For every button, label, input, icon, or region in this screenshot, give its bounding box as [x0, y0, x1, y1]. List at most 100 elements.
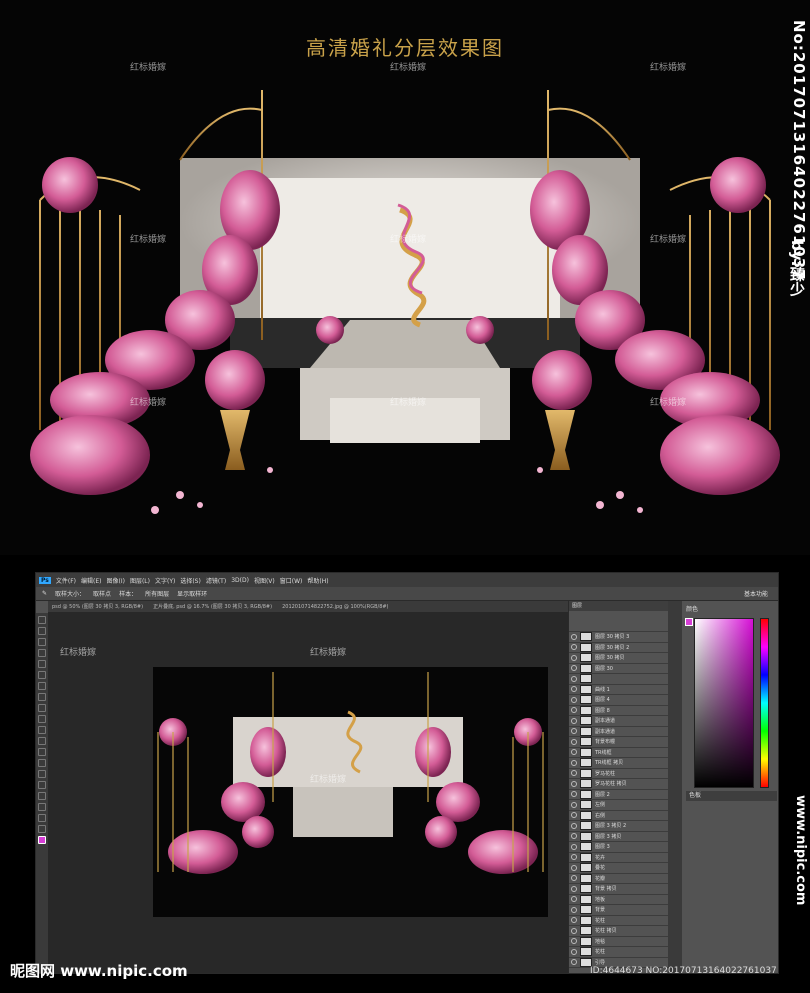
layers-filter-bar[interactable] — [569, 611, 669, 632]
eye-icon[interactable] — [571, 959, 577, 966]
layer-row[interactable]: 背景布幔 — [569, 737, 669, 748]
layer-row[interactable]: 图层 3 — [569, 842, 669, 853]
eye-icon[interactable] — [571, 738, 577, 745]
eye-icon[interactable] — [571, 633, 577, 640]
eraser-tool-icon[interactable] — [38, 726, 46, 734]
layer-row[interactable]: 罗马花柱 拷贝 — [569, 779, 669, 790]
eye-icon[interactable] — [571, 864, 577, 871]
menu-item-help[interactable]: 帮助(H) — [307, 576, 328, 585]
layer-row[interactable]: 叠花 — [569, 863, 669, 874]
layer-row[interactable]: 罗马花柱 — [569, 768, 669, 779]
menu-item-type[interactable]: 文字(Y) — [155, 576, 175, 585]
eye-icon[interactable] — [571, 843, 577, 850]
layer-row[interactable]: 花瓣 — [569, 873, 669, 884]
layer-row[interactable]: 图层 2 — [569, 789, 669, 800]
healing-tool-icon[interactable] — [38, 682, 46, 690]
eye-icon[interactable] — [571, 696, 577, 703]
layer-row[interactable]: 花柱 — [569, 915, 669, 926]
eye-icon[interactable] — [571, 833, 577, 840]
eyedropper-icon[interactable]: ✎ — [42, 590, 47, 597]
eye-icon[interactable] — [571, 770, 577, 777]
layer-row[interactable]: 图层 30 拷贝 — [569, 653, 669, 664]
menu-item-window[interactable]: 窗口(W) — [280, 576, 303, 585]
eye-icon[interactable] — [571, 885, 577, 892]
layer-row[interactable]: 图层 30 拷贝 3 — [569, 632, 669, 643]
eye-icon[interactable] — [571, 780, 577, 787]
layer-row[interactable]: 左侧 — [569, 800, 669, 811]
menu-item-edit[interactable]: 编辑(E) — [81, 576, 101, 585]
eye-icon[interactable] — [571, 822, 577, 829]
tab-document-3[interactable]: 2012010714822752.jpg @ 100%(RGB/8#) — [282, 604, 388, 610]
path-select-tool-icon[interactable] — [38, 792, 46, 800]
brush-tool-icon[interactable] — [38, 693, 46, 701]
eye-icon[interactable] — [571, 791, 577, 798]
hue-slider[interactable] — [760, 618, 769, 788]
eye-icon[interactable] — [571, 854, 577, 861]
layer-row[interactable]: 图层 3 拷贝 — [569, 831, 669, 842]
lasso-tool-icon[interactable] — [38, 638, 46, 646]
menu-item-filter[interactable]: 滤镜(T) — [206, 576, 226, 585]
move-tool-icon[interactable] — [38, 616, 46, 624]
dodge-tool-icon[interactable] — [38, 759, 46, 767]
menu-item-view[interactable]: 视图(V) — [254, 576, 275, 585]
layer-row[interactable]: 右侧 — [569, 810, 669, 821]
eye-icon[interactable] — [571, 759, 577, 766]
eye-icon[interactable] — [571, 728, 577, 735]
canvas-area[interactable]: 红标婚嫁 红标婚嫁 红标婚嫁 — [48, 612, 568, 973]
eye-icon[interactable] — [571, 654, 577, 661]
stamp-tool-icon[interactable] — [38, 704, 46, 712]
menu-item-select[interactable]: 选择(S) — [180, 576, 201, 585]
eye-icon[interactable] — [571, 812, 577, 819]
gradient-tool-icon[interactable] — [38, 737, 46, 745]
layer-row[interactable]: 图层 3 拷贝 2 — [569, 821, 669, 832]
layer-row[interactable]: 副本通道 — [569, 726, 669, 737]
layer-row[interactable]: 地毯 — [569, 936, 669, 947]
eyedropper-tool-icon[interactable] — [38, 671, 46, 679]
layer-row[interactable]: 副本通道 — [569, 716, 669, 727]
pen-tool-icon[interactable] — [38, 770, 46, 778]
quick-select-tool-icon[interactable] — [38, 649, 46, 657]
saturation-value-picker[interactable] — [694, 618, 754, 788]
crop-tool-icon[interactable] — [38, 660, 46, 668]
eye-icon[interactable] — [571, 644, 577, 651]
menu-item-layer[interactable]: 图层(L) — [130, 576, 150, 585]
eye-icon[interactable] — [571, 665, 577, 672]
type-tool-icon[interactable] — [38, 781, 46, 789]
shape-tool-icon[interactable] — [38, 803, 46, 811]
layer-row[interactable]: 图层 8 — [569, 705, 669, 716]
eye-icon[interactable] — [571, 948, 577, 955]
tab-swatches[interactable]: 色板 — [686, 791, 777, 801]
foreground-color-swatch[interactable] — [685, 618, 693, 626]
layer-row[interactable]: 图层 30 — [569, 663, 669, 674]
sample-size-select[interactable]: 取样点 — [93, 589, 111, 598]
layer-row[interactable]: 背景 — [569, 905, 669, 916]
menu-item-file[interactable]: 文件(F) — [56, 576, 76, 585]
layer-row[interactable]: 图层 30 拷贝 2 — [569, 642, 669, 653]
blur-tool-icon[interactable] — [38, 748, 46, 756]
tab-color[interactable]: 颜色 — [686, 604, 698, 613]
foreground-color-swatch[interactable] — [38, 836, 46, 844]
layer-row[interactable] — [569, 674, 669, 685]
layer-row[interactable]: 花柱 拷贝 — [569, 926, 669, 937]
layer-row[interactable]: 图层 4 — [569, 695, 669, 706]
layer-row[interactable]: 背景 拷贝 — [569, 884, 669, 895]
layer-row[interactable]: 地板 — [569, 894, 669, 905]
tab-document-1[interactable]: psd @ 50% (图层 30 拷贝 3, RGB/8#) — [52, 603, 143, 610]
menu-item-image[interactable]: 图像(I) — [107, 576, 125, 585]
layer-row[interactable]: TR线框 拷贝 — [569, 758, 669, 769]
eye-icon[interactable] — [571, 938, 577, 945]
eye-icon[interactable] — [571, 927, 577, 934]
eye-icon[interactable] — [571, 875, 577, 882]
eye-icon[interactable] — [571, 906, 577, 913]
hand-tool-icon[interactable] — [38, 814, 46, 822]
layer-row[interactable]: 花柱 — [569, 947, 669, 958]
eye-icon[interactable] — [571, 717, 577, 724]
marquee-tool-icon[interactable] — [38, 627, 46, 635]
eye-icon[interactable] — [571, 749, 577, 756]
workspace-select[interactable]: 基本功能 — [744, 589, 768, 598]
eye-icon[interactable] — [571, 707, 577, 714]
menu-item-3d[interactable]: 3D(D) — [231, 577, 249, 584]
zoom-tool-icon[interactable] — [38, 825, 46, 833]
show-ring-checkbox[interactable]: 显示取样环 — [177, 589, 207, 598]
layer-row[interactable]: TR线框 — [569, 747, 669, 758]
